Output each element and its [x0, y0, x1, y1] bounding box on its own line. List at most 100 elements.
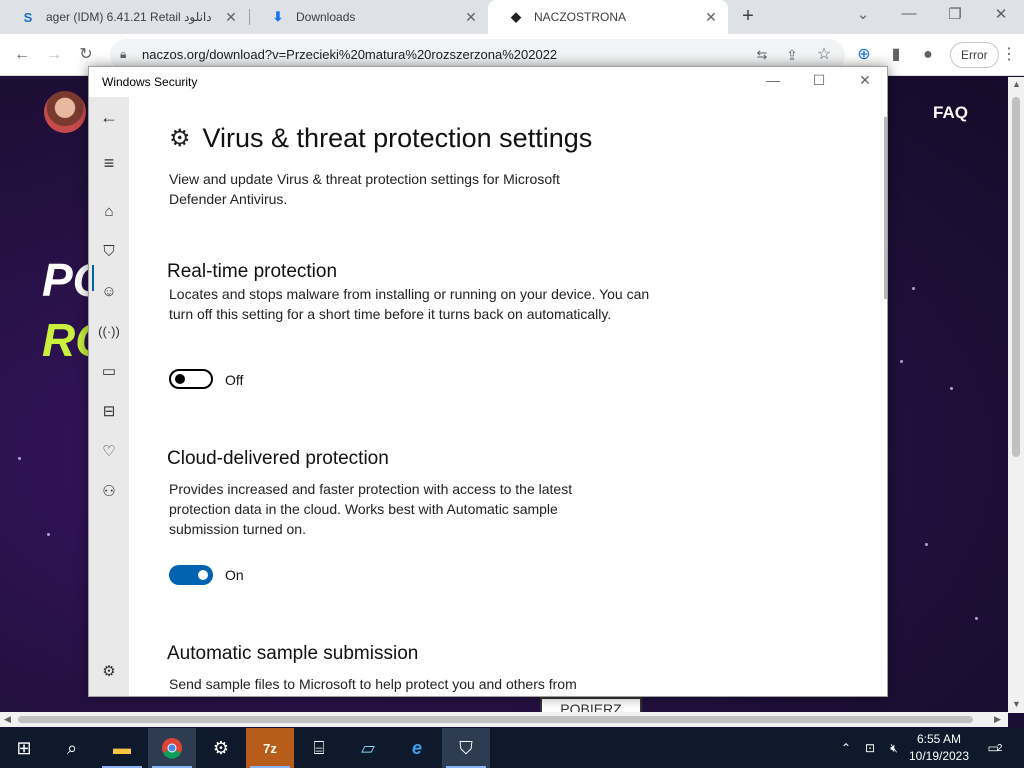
- chrome-icon[interactable]: [148, 728, 196, 768]
- network-wifi-icon[interactable]: ((·)): [97, 319, 121, 343]
- volume-muted-icon[interactable]: 🔇︎: [884, 728, 904, 768]
- window-titlebar[interactable]: Windows Security — ☐ ✕: [89, 67, 887, 97]
- tab-title: ager (IDM) 6.41.21 Retail دانلود: [46, 10, 212, 24]
- page-description: View and update Virus & threat protectio…: [169, 171, 560, 207]
- settings-gears-icon: ⚙: [169, 125, 191, 152]
- download-icon: ⬇: [272, 9, 284, 24]
- realtime-protection-toggle[interactable]: [169, 369, 213, 389]
- 7zip-icon[interactable]: 7z: [246, 728, 294, 768]
- bookmark-star-icon[interactable]: ☆: [813, 44, 835, 66]
- close-icon[interactable]: ✕: [853, 72, 877, 89]
- decor-star: [950, 387, 953, 390]
- decor-star: [900, 360, 903, 363]
- close-tab-icon[interactable]: ✕: [462, 9, 480, 26]
- scroll-down-icon[interactable]: ▼: [1012, 699, 1021, 709]
- file-explorer-icon[interactable]: ▬: [98, 728, 146, 768]
- s-logo-icon: S: [23, 9, 33, 25]
- section-description-sample: Send sample files to Microsoft to help p…: [169, 676, 577, 692]
- scrollbar-thumb[interactable]: [18, 716, 973, 723]
- downloads-icon[interactable]: ⊕: [853, 44, 875, 66]
- scroll-up-icon[interactable]: ▲: [1012, 79, 1021, 89]
- family-options-icon[interactable]: ⚇: [97, 479, 121, 503]
- close-window-icon[interactable]: ✕: [990, 5, 1012, 23]
- tab-naczostrona[interactable]: ◆ NACZOSTRONA ✕: [488, 0, 728, 34]
- device-health-heart-icon[interactable]: ♡: [97, 439, 121, 463]
- notifications-icon[interactable]: ▭ 2: [982, 728, 1008, 768]
- realtime-toggle-state: Off: [225, 372, 244, 388]
- chrome-logo-icon: [162, 738, 182, 759]
- windows-start-icon[interactable]: ⊞: [0, 728, 48, 768]
- settings-gear-icon[interactable]: ⚙: [97, 659, 121, 683]
- scroll-right-icon[interactable]: ▶: [994, 714, 1001, 725]
- decor-star: [47, 533, 50, 536]
- shield-icon[interactable]: ⛉: [97, 239, 121, 263]
- main-content: ⚙ Virus & threat protection settings Vie…: [129, 97, 887, 696]
- tab-search-icon[interactable]: ⌄: [852, 5, 874, 23]
- notification-count: 2: [996, 742, 1003, 754]
- minimize-icon[interactable]: —: [898, 5, 920, 22]
- page-horizontal-scrollbar[interactable]: ◀ ▶: [0, 712, 1008, 727]
- browser-tab-strip: S ager (IDM) 6.41.21 Retail دانلود ✕ ⬇ D…: [0, 0, 1024, 34]
- tab-title: NACZOSTRONA: [534, 10, 627, 24]
- app-browser-control-icon[interactable]: ▭: [97, 359, 121, 383]
- back-icon[interactable]: ←: [11, 44, 33, 66]
- page-title: Virus & threat protection settings: [202, 123, 593, 153]
- section-description-cloud: Provides increased and faster protection…: [169, 481, 573, 537]
- tray-overflow-chevron-icon[interactable]: ⌃: [838, 728, 854, 768]
- decor-star: [912, 287, 915, 290]
- cloud-toggle-state: On: [225, 567, 244, 583]
- back-arrow-icon[interactable]: ←: [97, 105, 121, 129]
- menu-icon[interactable]: ⋮: [998, 44, 1020, 66]
- page-vertical-scrollbar[interactable]: ▲ ▼: [1008, 77, 1024, 713]
- clock-time: 6:55 AM: [916, 732, 962, 746]
- profile-icon[interactable]: ●: [917, 44, 939, 66]
- scrollbar-thumb[interactable]: [1012, 97, 1020, 457]
- lock-icon: 🔒︎: [120, 47, 127, 61]
- network-app-icon[interactable]: ⌸: [295, 728, 343, 768]
- hamburger-menu-icon[interactable]: ≡: [97, 151, 121, 175]
- share-icon[interactable]: ⇪: [781, 44, 803, 66]
- sidebar: ← ≡ ⌂ ⛉ ☺ ((·)) ▭ ⊟ ♡ ⚇ ⚙: [89, 97, 129, 696]
- window-title: Windows Security: [102, 75, 198, 89]
- section-heading-realtime: Real-time protection: [167, 261, 338, 282]
- side-panel-icon[interactable]: ▮: [885, 44, 907, 66]
- tab-downloads[interactable]: ⬇ Downloads ✕: [250, 0, 488, 34]
- active-indicator: [92, 265, 94, 291]
- close-tab-icon[interactable]: ✕: [222, 9, 240, 26]
- search-icon[interactable]: ⌕: [48, 728, 96, 768]
- system-clock[interactable]: 6:55 AM 10/19/2023: [904, 731, 974, 765]
- tab-title: Downloads: [296, 10, 356, 24]
- taskbar: ⊞ ⌕ ▬ ⚙ 7z ⌸ ▱ e ⛉ ⌃ ⊡ 🔇︎ 6:55 AM 10/19/…: [0, 728, 1024, 768]
- close-tab-icon[interactable]: ✕: [702, 9, 720, 26]
- decor-star: [975, 617, 978, 620]
- scroll-left-icon[interactable]: ◀: [4, 714, 11, 725]
- forward-icon[interactable]: →: [43, 44, 65, 66]
- restore-icon[interactable]: ❐: [944, 5, 966, 23]
- notepad-app-icon[interactable]: ▱: [344, 728, 392, 768]
- cloud-protection-toggle[interactable]: [169, 565, 213, 585]
- settings-gear-icon[interactable]: ⚙: [197, 728, 245, 768]
- url-text: naczos.org/download?v=Przecieki%20matura…: [142, 47, 558, 62]
- reload-icon[interactable]: ↻: [75, 44, 97, 66]
- faq-link[interactable]: FAQ: [933, 103, 968, 123]
- internet-explorer-icon[interactable]: e: [393, 728, 441, 768]
- page-header: ⚙ Virus & threat protection settings: [169, 123, 592, 154]
- new-tab-button[interactable]: +: [738, 6, 758, 28]
- decor-star: [18, 457, 21, 460]
- windows-security-shield-icon[interactable]: ⛉: [442, 728, 490, 768]
- device-security-laptop-icon[interactable]: ⊟: [97, 399, 121, 423]
- translate-icon[interactable]: ⇆: [751, 44, 773, 66]
- minimize-icon[interactable]: —: [761, 72, 785, 88]
- decor-star: [925, 543, 928, 546]
- network-status-icon[interactable]: ⊡: [860, 728, 880, 768]
- download-button[interactable]: POBIERZ: [540, 697, 642, 713]
- toggle-knob: [175, 374, 185, 384]
- home-icon[interactable]: ⌂: [97, 199, 121, 223]
- profile-error-button[interactable]: Error: [950, 42, 999, 68]
- section-heading-cloud: Cloud-delivered protection: [167, 448, 389, 469]
- account-person-icon[interactable]: ☺: [97, 279, 121, 303]
- maximize-icon[interactable]: ☐: [807, 72, 831, 89]
- avatar[interactable]: [44, 91, 86, 133]
- tab-idm[interactable]: S ager (IDM) 6.41.21 Retail دانلود ✕: [0, 0, 248, 34]
- content-scrollbar[interactable]: [884, 117, 887, 299]
